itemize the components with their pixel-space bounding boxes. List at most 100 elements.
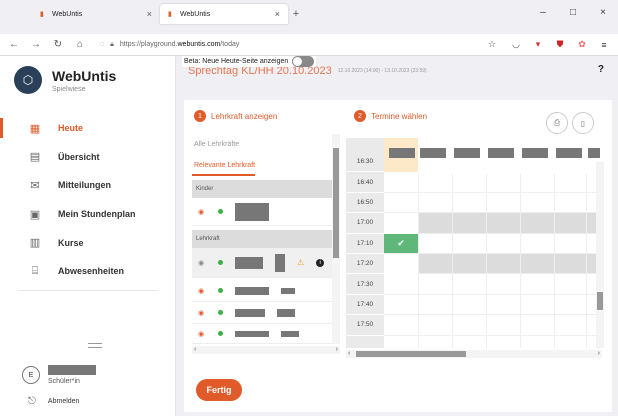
slot-row[interactable] xyxy=(384,295,602,316)
user-profile[interactable]: E Schüler*in xyxy=(22,365,96,385)
redacted-name xyxy=(235,308,265,317)
scrollbar-thumb[interactable] xyxy=(333,148,339,258)
main-content: Sprechtag KL/HH 20.10.2023 12.10.2023 (1… xyxy=(176,56,618,416)
horizontal-scrollbar[interactable]: ‹ › xyxy=(346,350,602,358)
filter-relevant-teacher[interactable]: Relevante Lehrkraft xyxy=(192,156,256,176)
time-label: 16:30 xyxy=(346,152,384,173)
slot-row[interactable] xyxy=(418,213,602,234)
maximize-button[interactable]: □ xyxy=(558,0,588,24)
slot-row[interactable] xyxy=(418,254,602,275)
sidebar-item-heute[interactable]: ▦ Heute xyxy=(0,114,176,143)
sidebar-item-label: Übersicht xyxy=(58,151,100,162)
sidebar-item-uebersicht[interactable]: ▤ Übersicht xyxy=(0,143,176,172)
eye-icon[interactable]: ◉ xyxy=(198,330,206,338)
collapse-menu-icon[interactable] xyxy=(88,343,102,348)
list-item[interactable]: ◉ ⚠ i xyxy=(192,248,332,278)
slot-row[interactable] xyxy=(384,193,602,214)
list-item[interactable]: ◉ xyxy=(192,324,332,344)
time-range: 12.10.2023 (14:00) - 13.10.2023 (23:59) xyxy=(337,68,427,74)
brand[interactable]: ⬡ WebUntis Spielwiese xyxy=(14,66,116,94)
pocket-icon[interactable]: ◡ xyxy=(510,39,522,50)
eye-icon[interactable]: ◉ xyxy=(198,259,206,267)
webuntis-logo-icon: ⬡ xyxy=(14,66,42,94)
horizontal-scrollbar[interactable]: ‹ › xyxy=(192,346,340,354)
close-tab-icon[interactable]: × xyxy=(147,9,152,19)
user-name-redacted xyxy=(48,365,96,375)
action-bar: Fertig xyxy=(184,370,612,412)
time-label: 17:10 xyxy=(346,234,384,254)
scroll-right-icon[interactable]: › xyxy=(336,346,338,354)
sidebar-item-abwesenheiten[interactable]: ⌸ Abwesenheiten xyxy=(0,257,176,286)
sidebar-item-label: Mein Stundenplan xyxy=(58,209,136,220)
eye-icon[interactable]: ◉ xyxy=(198,287,206,295)
overview-icon: ▤ xyxy=(29,151,41,164)
export-pdf-icon[interactable]: ⎙ xyxy=(546,112,568,134)
scroll-left-icon[interactable]: ‹ xyxy=(348,350,350,358)
slot-row[interactable] xyxy=(384,274,602,295)
shield-icon: ◌ xyxy=(100,41,105,48)
sidebar-item-stundenplan[interactable]: ▣ Mein Stundenplan xyxy=(0,200,176,229)
help-icon[interactable]: ? xyxy=(598,64,604,75)
booked-slot-check-icon[interactable]: ✔ xyxy=(384,234,418,253)
brand-title: WebUntis xyxy=(52,67,117,84)
browser-navbar: ← → ↻ ⌂ ◌ 🔒︎ https://playground.webuntis… xyxy=(0,34,618,56)
status-dot xyxy=(218,260,223,265)
list-item[interactable]: ◉ xyxy=(192,302,332,324)
slot-row[interactable] xyxy=(384,315,602,336)
info-icon[interactable]: i xyxy=(316,258,325,267)
column-divider xyxy=(554,174,555,348)
close-tab-icon[interactable]: × xyxy=(275,9,280,19)
absence-icon: ⌸ xyxy=(31,264,39,277)
eye-icon[interactable]: ◉ xyxy=(198,208,206,216)
url-bar[interactable]: ◌ 🔒︎ https://playground.webuntis.com/tod… xyxy=(96,37,500,53)
logout-icon: ⎋ xyxy=(28,396,36,407)
home-icon[interactable]: ⌂ xyxy=(74,39,86,50)
sidebar-menu: ▦ Heute ▤ Übersicht ✉ Mitteilungen ▣ Mei… xyxy=(0,114,176,286)
vertical-scrollbar[interactable] xyxy=(596,162,604,348)
webuntis-favicon-icon: ▮ xyxy=(168,10,172,18)
print-icon[interactable]: ▯ xyxy=(572,112,594,134)
scrollbar-thumb[interactable] xyxy=(597,292,603,310)
extension-2-icon[interactable]: ✿ xyxy=(576,39,588,50)
step-label: Lehrkraft anzeigen xyxy=(211,111,278,121)
bookmark-star-icon[interactable]: ☆ xyxy=(488,39,496,50)
column-divider xyxy=(418,174,419,348)
beta-toggle[interactable]: Beta: Neue Heute-Seite anzeigen xyxy=(182,56,317,67)
lock-icon: 🔒︎ xyxy=(110,40,114,48)
list-item[interactable]: ◉ xyxy=(192,198,332,226)
forward-arrow-icon[interactable]: → xyxy=(30,39,42,50)
time-label: 17:00 xyxy=(346,213,384,234)
scrollbar-thumb[interactable] xyxy=(356,351,466,357)
back-arrow-icon[interactable]: ← xyxy=(8,39,20,50)
timeslot-grid: 16:30 16:40 16:50 17:00 17:10 17:20 17:3… xyxy=(346,138,604,358)
menu-icon[interactable]: ≡ xyxy=(598,40,610,50)
time-label: 17:20 xyxy=(346,254,384,275)
list-item[interactable]: ◉ xyxy=(192,280,332,302)
sidebar-item-kurse[interactable]: ▥ Kurse xyxy=(0,228,176,257)
new-tab-button[interactable]: + xyxy=(288,4,304,24)
slot-row[interactable] xyxy=(384,172,602,193)
browser-tabbar: ▮ WebUntis × ▮ WebUntis × + xyxy=(0,0,618,24)
browser-tab-1[interactable]: ▮ WebUntis × xyxy=(32,4,160,24)
reload-icon[interactable]: ↻ xyxy=(52,39,64,50)
filter-all-teachers[interactable]: Alle Lehrkräfte xyxy=(192,134,239,154)
scroll-right-icon[interactable]: › xyxy=(598,350,600,358)
step-number: 2 xyxy=(354,110,366,122)
extension-icon[interactable]: ▾ xyxy=(532,39,544,50)
sidebar: ⬡ WebUntis Spielwiese ▦ Heute ▤ Übersich… xyxy=(0,56,176,416)
vertical-scrollbar[interactable] xyxy=(332,134,340,344)
close-window-button[interactable]: × xyxy=(588,0,618,24)
step-1: 1 Lehrkraft anzeigen xyxy=(194,110,277,122)
beta-switch[interactable] xyxy=(292,56,315,67)
column-header-redacted xyxy=(588,148,600,158)
done-button[interactable]: Fertig xyxy=(196,379,242,401)
ublock-icon[interactable]: ⛊ xyxy=(554,39,566,50)
eye-icon[interactable]: ◉ xyxy=(198,309,206,317)
logout-button[interactable]: ⎋ Abmelden xyxy=(28,396,79,407)
browser-tab-2[interactable]: ▮ WebUntis × xyxy=(160,4,288,24)
redacted-name xyxy=(235,330,269,337)
time-label: 17:50 xyxy=(346,315,384,336)
sidebar-item-mitteilungen[interactable]: ✉ Mitteilungen xyxy=(0,171,176,200)
scroll-left-icon[interactable]: ‹ xyxy=(194,346,196,354)
minimize-button[interactable]: – xyxy=(528,0,558,24)
